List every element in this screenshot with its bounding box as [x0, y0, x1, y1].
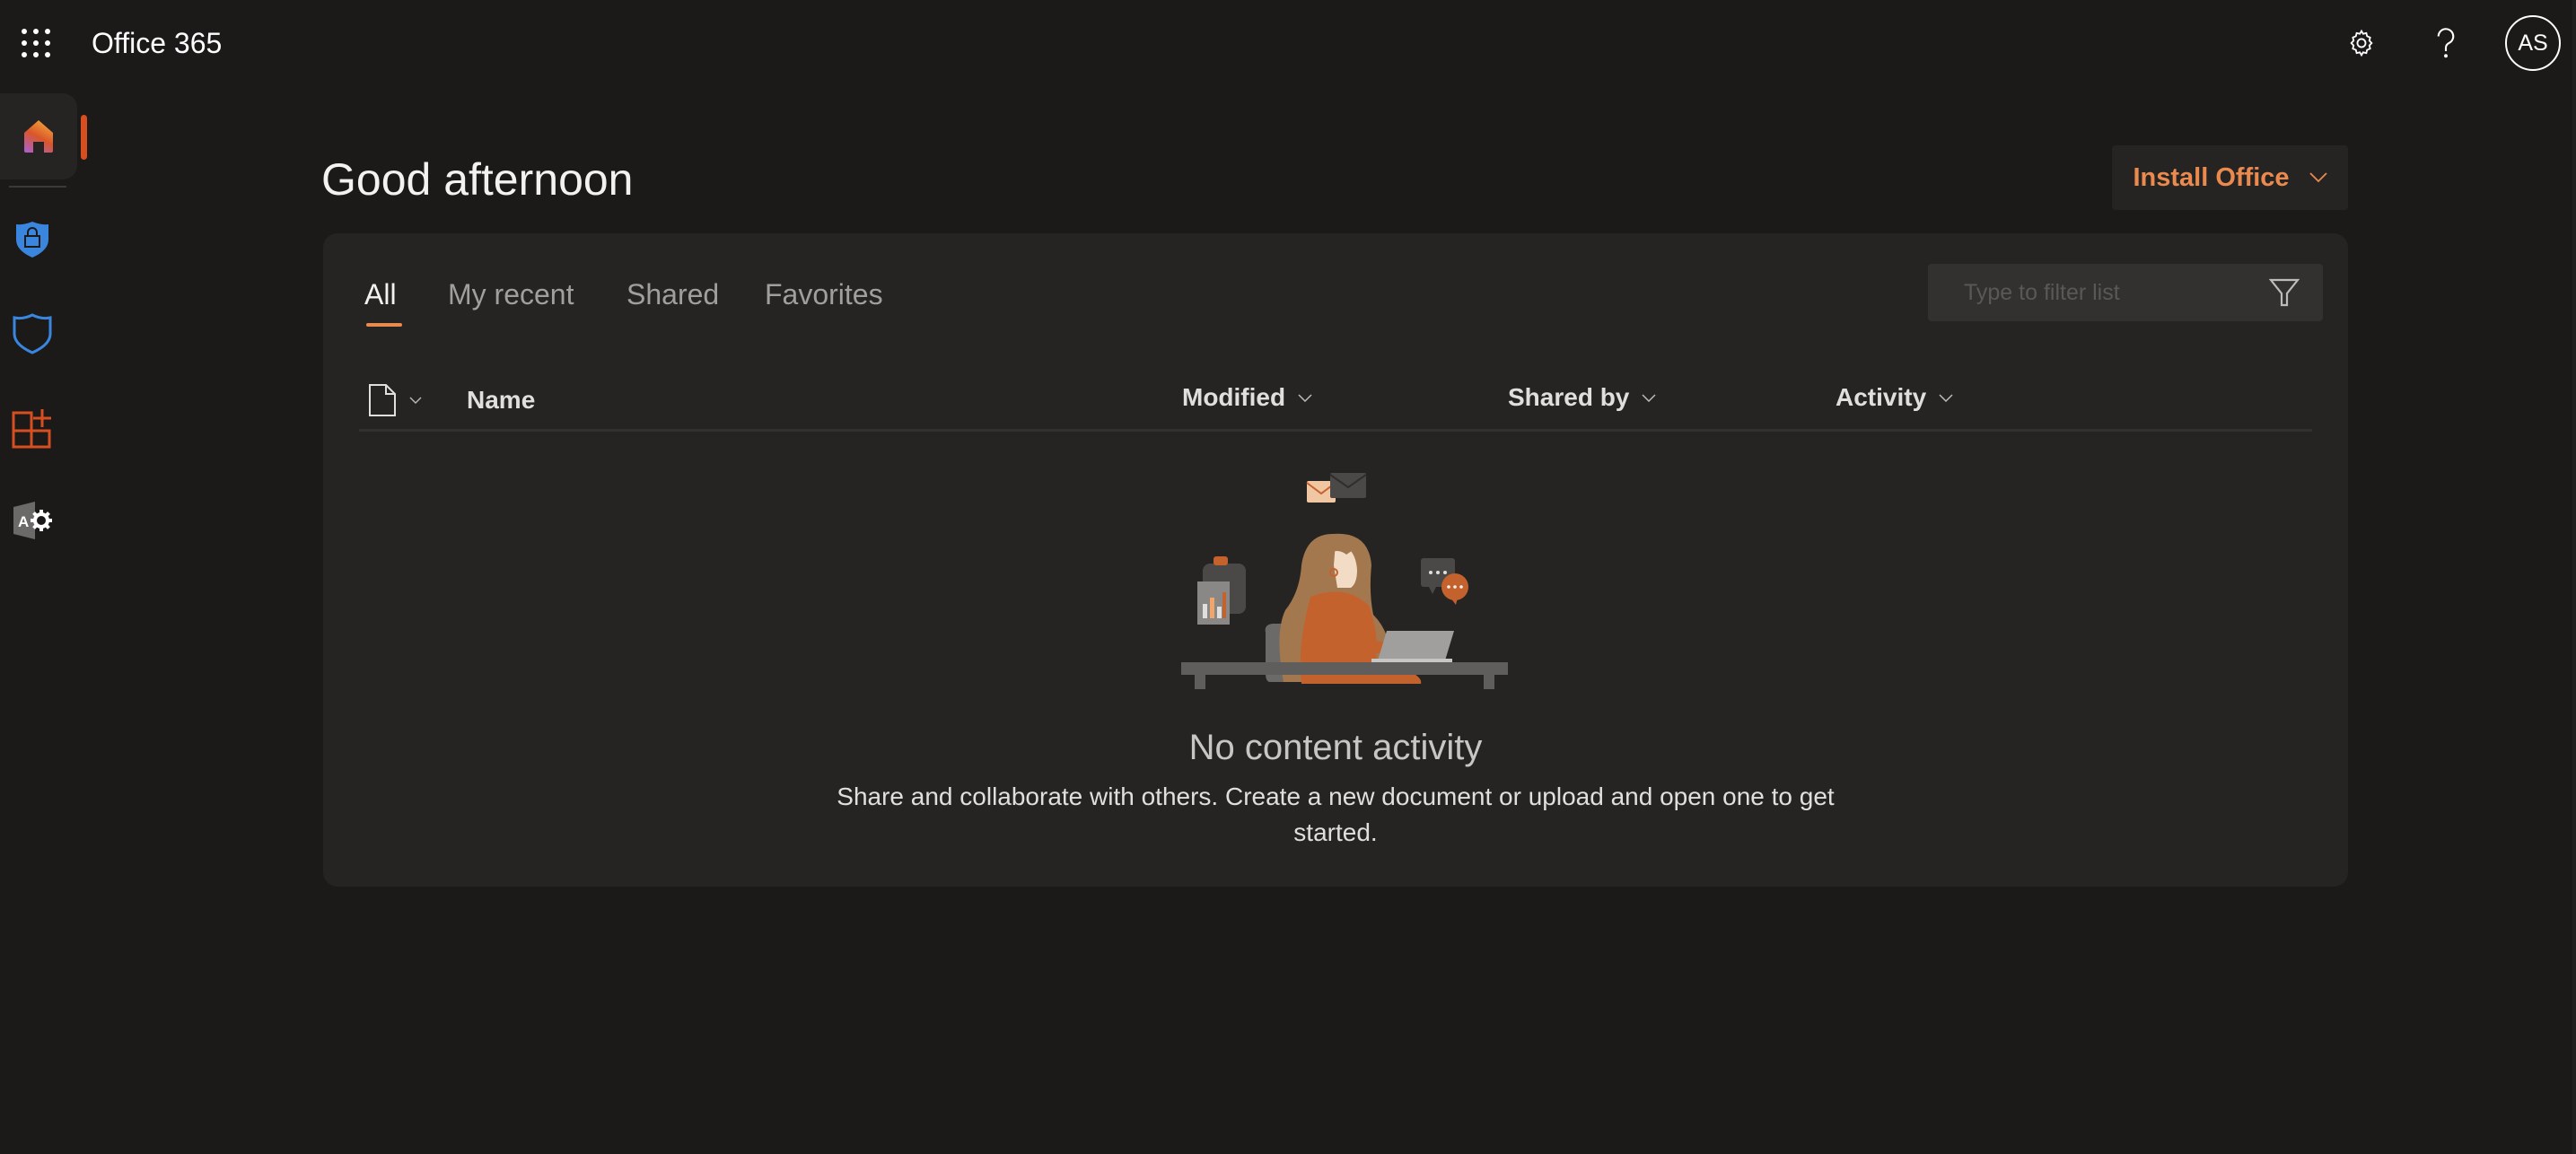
name-column-label: Name: [467, 386, 536, 414]
waffle-dot: [22, 29, 27, 34]
document-icon: [369, 384, 396, 416]
empty-state-description: Share and collaborate with others. Creat…: [837, 782, 1835, 846]
waffle-dot: [45, 52, 50, 57]
shared-by-column-header[interactable]: Shared by: [1508, 378, 1656, 417]
tab-my-recent[interactable]: My recent: [448, 275, 574, 314]
chevron-down-icon: [1939, 393, 1953, 402]
empty-state-illustration: [1181, 473, 1508, 689]
sidebar-item-home[interactable]: [0, 93, 77, 179]
chevron-down-icon: [409, 397, 422, 404]
avatar[interactable]: AS: [2505, 15, 2561, 71]
admin-gear-icon: A: [13, 502, 52, 539]
avatar-initials: AS: [2518, 30, 2548, 56]
waffle-dot: [33, 29, 39, 34]
chat-bubbles-icon: [1421, 558, 1468, 605]
envelope-icon: [1306, 473, 1367, 503]
sidebar-item-defender[interactable]: [7, 309, 57, 359]
settings-button[interactable]: [2344, 25, 2379, 61]
app-title[interactable]: Office 365: [92, 25, 222, 61]
waffle-dot: [22, 40, 27, 46]
shield-icon: [13, 313, 52, 354]
active-indicator: [81, 115, 87, 160]
shield-lock-icon: [16, 222, 48, 258]
home-icon: [24, 120, 53, 153]
filter-icon[interactable]: [2269, 278, 2300, 307]
file-type-column-header[interactable]: [368, 380, 422, 420]
tab-shared[interactable]: Shared: [626, 275, 719, 314]
activity-column-header[interactable]: Activity: [1836, 378, 1953, 417]
sidebar-item-admin[interactable]: A: [7, 495, 57, 546]
scrollbar[interactable]: [2572, 0, 2576, 1154]
header-divider: [359, 429, 2312, 432]
page-title: Good afternoon: [321, 154, 634, 205]
chevron-down-icon: [1642, 393, 1656, 402]
filter-input[interactable]: [1964, 264, 2260, 321]
waffle-dot: [22, 52, 27, 57]
modified-column-header[interactable]: Modified: [1182, 378, 1312, 417]
waffle-dot: [33, 52, 39, 57]
chevron-down-icon: [2309, 172, 2327, 183]
install-office-label: Install Office: [2133, 162, 2290, 192]
empty-state-title: No content activity: [1188, 728, 1483, 767]
sidebar-divider: [9, 186, 66, 188]
question-icon: [2437, 28, 2455, 58]
filter-box: [1928, 264, 2323, 321]
svg-text:A: A: [18, 513, 29, 530]
clipboard-chart-icon: [1197, 556, 1246, 625]
waffle-dot: [33, 40, 39, 46]
help-button[interactable]: [2428, 25, 2464, 61]
waffle-dot: [45, 40, 50, 46]
gear-icon: [2350, 29, 2373, 57]
install-office-button[interactable]: Install Office: [2112, 145, 2348, 210]
modified-column-label: Modified: [1182, 383, 1286, 411]
sidebar-item-security[interactable]: [7, 214, 57, 265]
sidebar-item-add-apps[interactable]: [7, 403, 57, 453]
grid-plus-icon: [12, 409, 51, 449]
tab-favorites[interactable]: Favorites: [765, 275, 883, 314]
app-launcher-button[interactable]: [18, 25, 54, 61]
chevron-down-icon: [1298, 393, 1312, 402]
waffle-dot: [45, 29, 50, 34]
active-tab-underline: [366, 323, 402, 327]
shared-by-column-label: Shared by: [1508, 383, 1630, 411]
activity-column-label: Activity: [1836, 383, 1927, 411]
name-column-header[interactable]: Name: [467, 380, 535, 420]
tab-all[interactable]: All: [364, 275, 397, 314]
